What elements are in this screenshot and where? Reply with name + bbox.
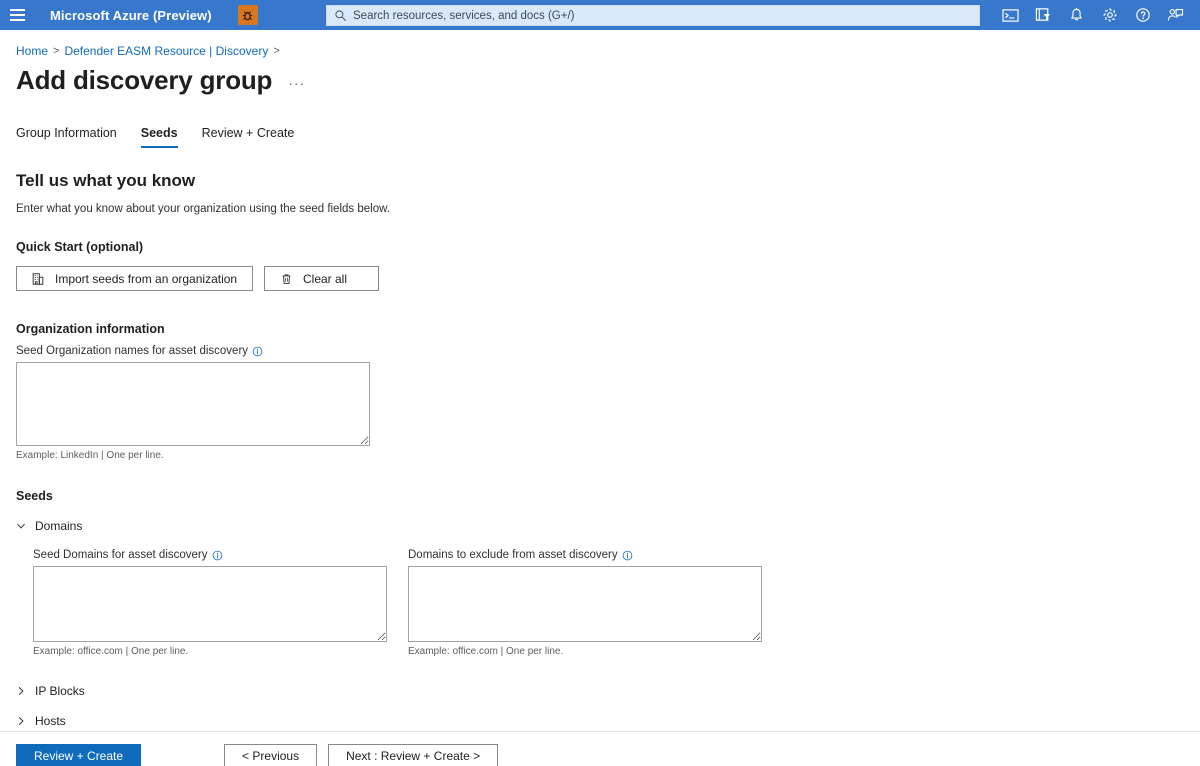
global-search-input[interactable]: Search resources, services, and docs (G+… [326, 5, 980, 26]
section-heading: Tell us what you know [16, 171, 196, 190]
trash-glyph [282, 273, 290, 284]
breadcrumb: Home > Defender EASM Resource | Discover… [16, 44, 1200, 58]
page-title-row: Add discovery group ··· [16, 64, 1200, 96]
bug-glyph [243, 10, 253, 20]
domains-section-toggle[interactable]: Domains [16, 517, 1200, 535]
trash-icon [279, 272, 293, 286]
quick-start-heading: Quick Start (optional) [16, 240, 144, 254]
chevron-right-icon [16, 686, 26, 696]
directory-filter-icon[interactable] [1027, 0, 1060, 30]
cloud-shell-glyph [1002, 8, 1019, 22]
notifications-bell-icon[interactable] [1060, 0, 1093, 30]
exclude-domains-textarea[interactable] [408, 566, 762, 642]
gear-glyph [1102, 8, 1117, 22]
seed-domains-hint: Example: office.com | One per line. [33, 646, 189, 657]
more-options-icon[interactable]: ··· [288, 75, 305, 91]
seed-organization-textarea[interactable] [16, 362, 370, 446]
chevron-right-icon [16, 716, 26, 726]
page-container: Home > Defender EASM Resource | Discover… [0, 44, 1200, 766]
info-icon[interactable] [212, 550, 223, 561]
chevron-down-icon [16, 521, 26, 531]
azure-brand-title[interactable]: Microsoft Azure (Preview) [50, 8, 212, 23]
breadcrumb-separator: > [273, 45, 280, 57]
info-icon[interactable] [622, 550, 633, 561]
info-glyph [212, 550, 222, 560]
seed-organization-hint: Example: LinkedIn | One per line. [16, 450, 164, 461]
seed-domains-textarea[interactable] [33, 566, 387, 642]
hamburger-line [9, 19, 25, 21]
feedback-glyph [1167, 8, 1184, 21]
seeds-heading: Seeds [16, 489, 53, 503]
search-placeholder: Search resources, services, and docs (G+… [353, 9, 575, 22]
info-glyph [252, 346, 263, 356]
breadcrumb-item-home[interactable]: Home [16, 44, 48, 58]
search-icon [335, 10, 346, 21]
domains-section-label: Domains [35, 519, 83, 533]
domains-fields-row: Seed Domains for asset discovery Example… [33, 549, 1200, 657]
chevron-right-glyph [18, 687, 24, 695]
feedback-person-icon[interactable] [1159, 0, 1192, 30]
seed-domains-label-text: Seed Domains for asset discovery [33, 549, 208, 561]
quick-start-button-group: Import seeds from an organization Clear … [16, 266, 1200, 291]
info-icon[interactable] [252, 346, 263, 357]
page-title: Add discovery group [16, 65, 273, 95]
wizard-tabs: Group Information Seeds Review + Create [16, 122, 1200, 148]
organization-heading: Organization information [16, 322, 165, 336]
seed-organization-label-text: Seed Organization names for asset discov… [16, 345, 249, 357]
import-seeds-label: Import seeds from an organization [55, 271, 238, 286]
breadcrumb-item-resource[interactable]: Defender EASM Resource | Discovery [64, 44, 268, 58]
clear-all-button[interactable]: Clear all [264, 266, 379, 291]
review-create-button[interactable]: Review + Create [16, 744, 142, 766]
info-glyph [622, 550, 632, 560]
seed-domains-field-group: Seed Domains for asset discovery Example… [33, 549, 388, 657]
ip-blocks-section-toggle[interactable]: IP Blocks [16, 682, 1200, 700]
exclude-domains-field-group: Domains to exclude from asset discovery … [408, 549, 763, 657]
directory-filter-glyph [1035, 8, 1051, 21]
next-review-create-button[interactable]: Next : Review + Create > [328, 744, 499, 766]
question-glyph [1135, 8, 1150, 22]
hamburger-menu-icon[interactable] [0, 0, 34, 30]
exclude-domains-label-text: Domains to exclude from asset discovery [408, 549, 618, 561]
top-bar-icon-group [994, 0, 1192, 30]
chevron-down-glyph [17, 523, 25, 529]
ip-blocks-section-label: IP Blocks [35, 684, 85, 698]
section-subtitle: Enter what you know about your organizat… [16, 203, 390, 215]
cloud-shell-icon[interactable] [994, 0, 1027, 30]
bug-icon[interactable] [237, 5, 258, 25]
hosts-section-toggle[interactable]: Hosts [16, 712, 1200, 730]
global-top-bar: Microsoft Azure (Preview) Search resourc… [0, 0, 1200, 30]
main-content: Tell us what you know Enter what you kno… [16, 171, 1200, 730]
wizard-footer: Review + Create < Previous Next : Review… [0, 732, 1200, 766]
tab-group-information[interactable]: Group Information [16, 126, 117, 148]
exclude-domains-hint: Example: office.com | One per line. [408, 646, 564, 657]
previous-button[interactable]: < Previous [224, 744, 318, 766]
exclude-domains-label: Domains to exclude from asset discovery [408, 549, 763, 561]
tab-review-create[interactable]: Review + Create [202, 126, 295, 148]
hosts-section-label: Hosts [35, 714, 66, 728]
hamburger-line [9, 14, 25, 16]
breadcrumb-separator: > [53, 45, 60, 57]
settings-gear-icon[interactable] [1093, 0, 1126, 30]
hamburger-line [9, 9, 25, 11]
clear-all-label: Clear all [303, 271, 348, 286]
import-organization-glyph [32, 272, 44, 285]
help-question-icon[interactable] [1126, 0, 1159, 30]
bell-glyph [1071, 7, 1082, 21]
seed-organization-label: Seed Organization names for asset discov… [16, 345, 1200, 357]
import-seeds-button[interactable]: Import seeds from an organization [16, 266, 253, 291]
tab-seeds[interactable]: Seeds [140, 126, 178, 148]
chevron-right-glyph [18, 717, 24, 725]
seed-domains-label: Seed Domains for asset discovery [33, 549, 388, 561]
import-organization-icon [31, 272, 45, 286]
